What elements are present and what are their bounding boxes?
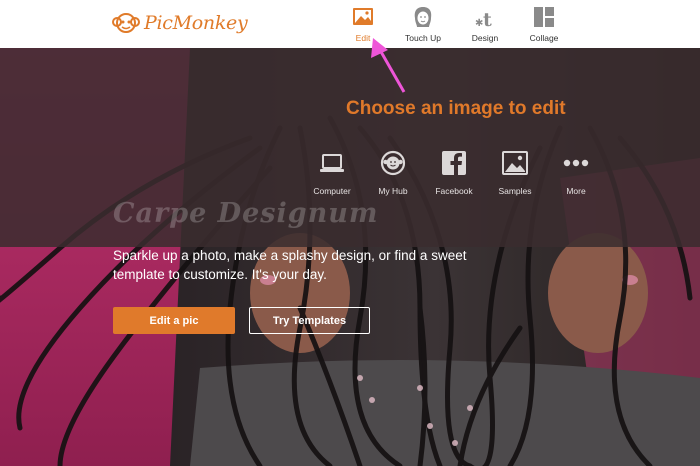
annotation-arrow-icon xyxy=(371,38,406,93)
